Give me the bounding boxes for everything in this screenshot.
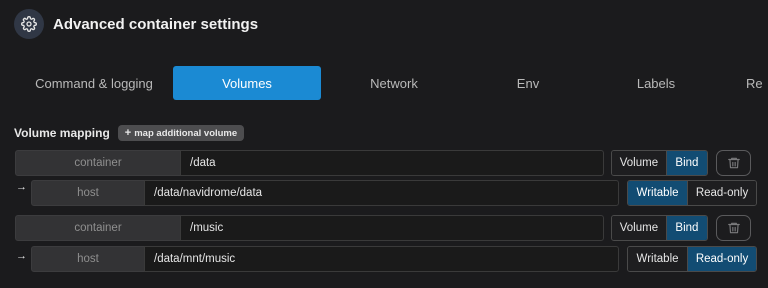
container-path-input[interactable]: /music <box>180 215 604 241</box>
access-mode-toggle: Writable Read-only <box>627 246 757 272</box>
container-path-input[interactable]: /data <box>180 150 604 176</box>
tab-network[interactable]: Network <box>320 66 468 100</box>
tab-volumes[interactable]: Volumes <box>173 66 321 100</box>
host-path-input[interactable]: /data/navidrome/data <box>144 180 619 206</box>
bind-option[interactable]: Bind <box>665 216 707 240</box>
plus-icon: + <box>124 126 132 139</box>
bind-option[interactable]: Bind <box>665 151 707 175</box>
map-additional-volume-label: map additional volume <box>134 127 238 139</box>
tab-bar: Command & logging Volumes Network Env La… <box>14 66 768 101</box>
volume-type-toggle: Volume Bind <box>611 150 708 176</box>
volume-option[interactable]: Volume <box>612 216 666 240</box>
tab-env[interactable]: Env <box>454 66 602 100</box>
volume-type-toggle: Volume Bind <box>611 215 708 241</box>
volume-option[interactable]: Volume <box>612 151 666 175</box>
map-additional-volume-button[interactable]: + map additional volume <box>117 125 245 141</box>
volume-mapping-label: Volume mapping <box>14 126 110 140</box>
gear-icon <box>14 9 44 39</box>
host-label: host <box>31 246 145 272</box>
writable-option[interactable]: Writable <box>628 181 688 205</box>
host-path-input[interactable]: /data/mnt/music <box>144 246 619 272</box>
access-mode-toggle: Writable Read-only <box>627 180 757 206</box>
container-label: container <box>15 150 181 176</box>
tab-labels[interactable]: Labels <box>582 66 730 100</box>
remove-volume-button[interactable] <box>716 150 751 176</box>
remove-volume-button[interactable] <box>716 215 751 241</box>
container-label: container <box>15 215 181 241</box>
trash-icon <box>727 157 740 169</box>
panel-header: Advanced container settings <box>14 9 258 39</box>
arrow-right-icon: → <box>16 250 27 262</box>
trash-icon <box>727 222 740 234</box>
read-only-option[interactable]: Read-only <box>687 247 756 271</box>
writable-option[interactable]: Writable <box>628 247 688 271</box>
tab-restart[interactable]: Re <box>746 66 768 100</box>
arrow-right-icon: → <box>16 181 27 193</box>
page-title: Advanced container settings <box>53 15 259 33</box>
read-only-option[interactable]: Read-only <box>687 181 756 205</box>
volume-mapping-header: Volume mapping + map additional volume <box>14 125 245 141</box>
host-label: host <box>31 180 145 206</box>
tab-command-logging[interactable]: Command & logging <box>14 66 174 100</box>
